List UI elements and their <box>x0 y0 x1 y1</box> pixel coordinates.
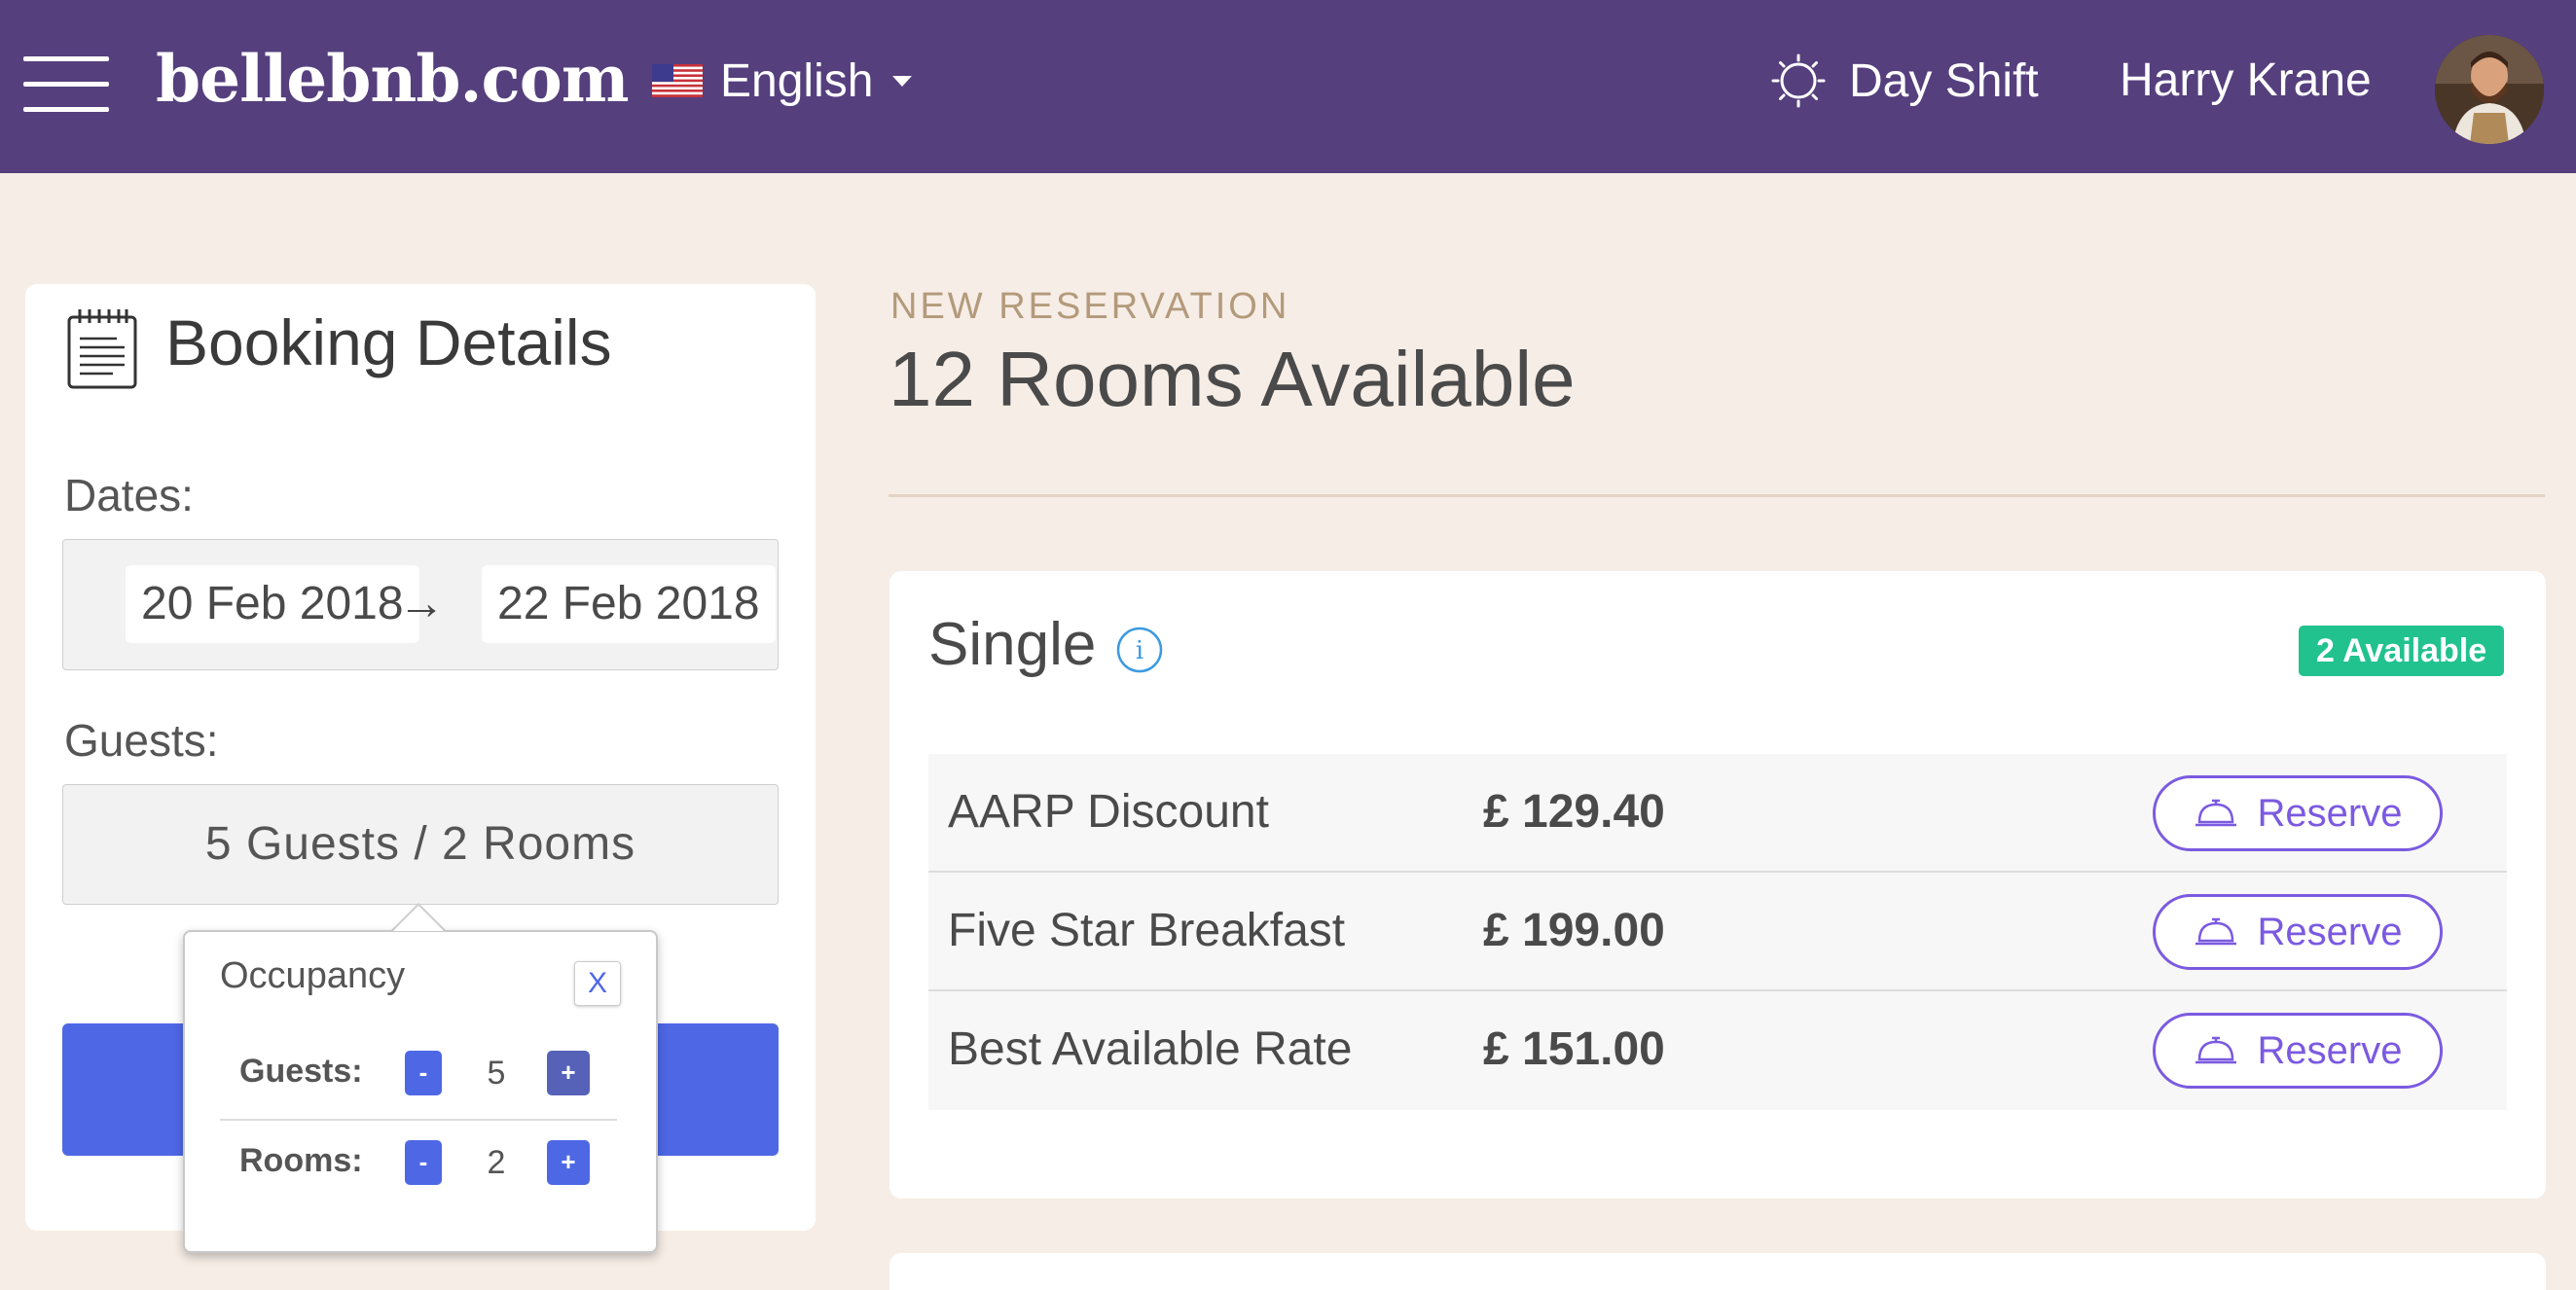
user-name[interactable]: Harry Krane <box>2120 47 2372 115</box>
service-bell-icon <box>2195 917 2236 946</box>
avatar[interactable] <box>2435 35 2544 144</box>
rate-row: Best Available Rate £ 151.00 Reserve <box>928 991 2507 1110</box>
date-range-arrow: → <box>398 578 445 629</box>
brand-logo[interactable]: bellebnb.com <box>156 41 630 117</box>
rooms-stepper-row: Rooms: - 2 + <box>220 1123 617 1210</box>
page-title: 12 Rooms Available <box>889 336 1576 422</box>
guests-count: 5 <box>487 1055 506 1092</box>
occupancy-popover: Occupancy X Guests: - 5 + Rooms: - 2 + <box>183 930 658 1253</box>
service-bell-icon <box>2195 1036 2236 1064</box>
start-date[interactable]: 20 Feb 2018 <box>126 565 419 643</box>
guests-stepper-row: Guests: - 5 + <box>220 1033 617 1121</box>
reserve-button[interactable]: Reserve <box>2153 775 2443 851</box>
close-button[interactable]: X <box>574 961 621 1006</box>
rooms-count: 2 <box>487 1144 506 1181</box>
guests-label: Guests: <box>64 715 219 766</box>
top-navigation-bar: bellebnb.com English Day Shift Harry Kra… <box>0 0 2576 173</box>
service-bell-icon <box>2195 799 2236 827</box>
guests-rooms-selector[interactable]: 5 Guests / 2 Rooms <box>62 784 779 905</box>
rooms-stepper-label: Rooms: <box>239 1142 363 1179</box>
room-type-card-next <box>889 1253 2546 1290</box>
svg-text:i: i <box>1136 636 1143 665</box>
booking-details-title: Booking Details <box>165 306 612 378</box>
reserve-label: Reserve <box>2257 910 2403 953</box>
rate-name: Best Available Rate <box>948 1023 1353 1075</box>
rate-name: Five Star Breakfast <box>948 905 1346 956</box>
sun-icon <box>1771 54 1826 108</box>
guests-stepper-label: Guests: <box>239 1053 363 1090</box>
guests-decrement-button[interactable]: - <box>405 1051 442 1095</box>
chevron-down-icon <box>892 75 913 87</box>
room-type-name: Single <box>928 611 1097 678</box>
language-label: English <box>720 54 874 107</box>
info-icon[interactable]: i <box>1115 626 1164 674</box>
us-flag-icon <box>652 64 703 97</box>
reserve-button[interactable]: Reserve <box>2153 894 2443 970</box>
rate-row: Five Star Breakfast £ 199.00 Reserve <box>928 873 2507 991</box>
rooms-decrement-button[interactable]: - <box>405 1140 442 1185</box>
rate-price: £ 151.00 <box>1483 1023 1665 1075</box>
shift-toggle[interactable]: Day Shift <box>1771 47 2039 115</box>
date-range-picker[interactable]: 20 Feb 2018 → 22 Feb 2018 <box>62 539 779 670</box>
availability-badge: 2 Available <box>2299 626 2505 676</box>
language-selector[interactable]: English <box>652 47 913 115</box>
rate-price: £ 199.00 <box>1483 905 1665 956</box>
dates-label: Dates: <box>64 470 194 520</box>
rate-name: AARP Discount <box>948 786 1269 838</box>
reserve-label: Reserve <box>2257 1028 2403 1072</box>
popover-pointer <box>393 906 444 931</box>
rate-price: £ 129.40 <box>1483 786 1665 838</box>
reserve-label: Reserve <box>2257 791 2403 835</box>
guests-increment-button[interactable]: + <box>547 1051 590 1095</box>
occupancy-title: Occupancy <box>220 955 406 996</box>
title-divider <box>889 494 2545 497</box>
end-date[interactable]: 22 Feb 2018 <box>482 565 776 643</box>
hamburger-menu-icon[interactable] <box>23 54 109 113</box>
notepad-icon <box>67 309 137 389</box>
section-eyebrow: NEW RESERVATION <box>890 286 1290 327</box>
reserve-button[interactable]: Reserve <box>2153 1013 2443 1089</box>
rate-row: AARP Discount £ 129.40 Reserve <box>928 754 2507 873</box>
rooms-increment-button[interactable]: + <box>547 1140 590 1185</box>
room-type-card: Single i 2 Available AARP Discount £ 129… <box>889 571 2546 1199</box>
rate-list: AARP Discount £ 129.40 Reserve Five Star… <box>928 754 2507 1110</box>
shift-label: Day Shift <box>1849 54 2039 107</box>
